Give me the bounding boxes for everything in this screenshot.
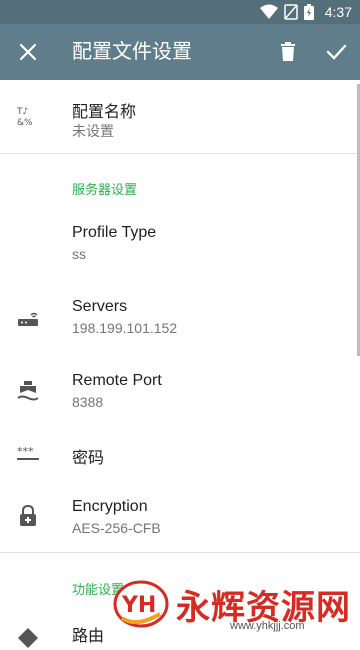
page-title: 配置文件设置 bbox=[72, 41, 192, 63]
encryption-title: Encryption bbox=[72, 498, 148, 515]
encryption-item[interactable]: Encryption AES-256-CFB bbox=[0, 486, 356, 550]
wifi-icon bbox=[260, 4, 278, 19]
watermark-logo: YH bbox=[113, 580, 169, 628]
lock-icon bbox=[20, 504, 36, 526]
status-bar: 4:37 bbox=[0, 0, 360, 24]
remote-port-title: Remote Port bbox=[72, 372, 162, 389]
remote-port-item[interactable]: Remote Port 8388 bbox=[0, 358, 356, 422]
status-time: 4:37 bbox=[324, 4, 352, 20]
check-icon[interactable] bbox=[324, 40, 348, 64]
no-sim-icon bbox=[284, 4, 298, 20]
battery-icon bbox=[304, 4, 314, 20]
servers-item[interactable]: Servers 198.199.101.152 bbox=[0, 284, 356, 348]
divider bbox=[0, 153, 360, 154]
watermark-url: www.yhkjjj.com bbox=[230, 620, 305, 632]
watermark-logo-text: YH bbox=[121, 593, 156, 618]
watermark: YH 永辉资源网 www.yhkjjj.com bbox=[112, 574, 360, 640]
router-icon bbox=[18, 312, 38, 326]
svg-text:T♪: T♪ bbox=[16, 107, 28, 117]
close-icon[interactable] bbox=[16, 40, 40, 64]
toolbar: 配置文件设置 bbox=[0, 24, 360, 80]
text-format-icon: T♪ &% bbox=[16, 107, 33, 128]
profile-name-item[interactable]: T♪ &% 配置名称 未设置 bbox=[0, 80, 356, 152]
profile-type-value: ss bbox=[72, 246, 86, 262]
delete-icon[interactable] bbox=[276, 40, 300, 64]
divider bbox=[0, 552, 360, 553]
route-icon bbox=[18, 628, 38, 648]
profile-type-title: Profile Type bbox=[72, 224, 157, 241]
servers-title: Servers bbox=[72, 298, 128, 315]
section-header-server: 服务器设置 bbox=[72, 182, 138, 197]
svg-text:&%: &% bbox=[17, 118, 33, 128]
svg-text:***: *** bbox=[17, 445, 34, 458]
encryption-value: AES-256-CFB bbox=[72, 520, 161, 536]
profile-type-item[interactable]: Profile Type ss bbox=[0, 210, 356, 274]
password-title: 密码 bbox=[72, 450, 105, 467]
servers-value: 198.199.101.152 bbox=[72, 320, 178, 336]
password-item[interactable]: *** 密码 bbox=[0, 432, 356, 476]
routing-title: 路由 bbox=[72, 628, 105, 645]
password-icon: *** bbox=[17, 445, 39, 460]
remote-port-value: 8388 bbox=[72, 394, 104, 410]
profile-name-value: 未设置 bbox=[72, 123, 114, 139]
profile-name-title: 配置名称 bbox=[72, 104, 137, 121]
boat-icon bbox=[17, 381, 39, 401]
status-icons bbox=[260, 4, 314, 20]
